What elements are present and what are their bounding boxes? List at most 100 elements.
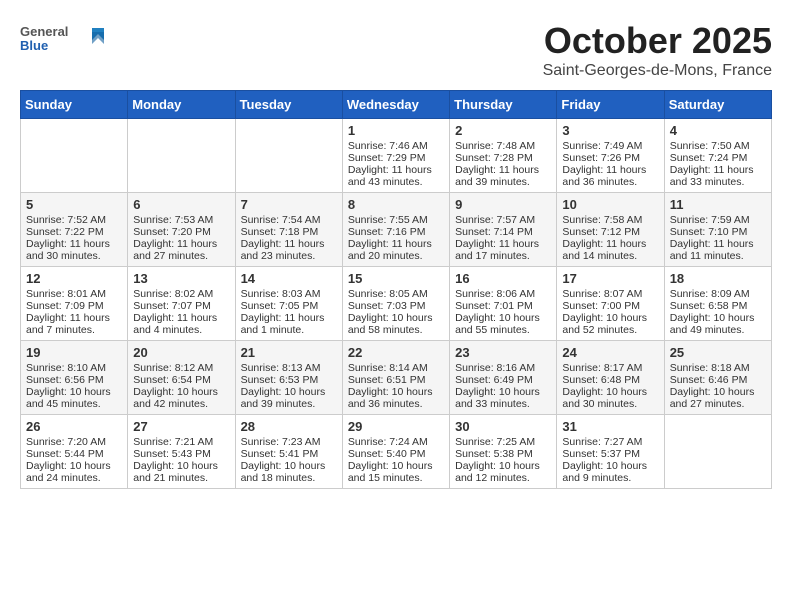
sunset-text: Sunset: 6:46 PM	[670, 374, 766, 386]
weekday-header-row: SundayMondayTuesdayWednesdayThursdayFrid…	[21, 91, 772, 119]
weekday-header: Sunday	[21, 91, 128, 119]
logo: General Blue	[20, 20, 110, 63]
day-number: 8	[348, 197, 444, 212]
daylight-text: Daylight: 11 hours and 43 minutes.	[348, 164, 444, 188]
sunset-text: Sunset: 7:14 PM	[455, 226, 551, 238]
daylight-text: Daylight: 10 hours and 42 minutes.	[133, 386, 229, 410]
sunset-text: Sunset: 7:18 PM	[241, 226, 337, 238]
daylight-text: Daylight: 10 hours and 12 minutes.	[455, 460, 551, 484]
sunrise-text: Sunrise: 7:48 AM	[455, 140, 551, 152]
sunset-text: Sunset: 6:58 PM	[670, 300, 766, 312]
daylight-text: Daylight: 11 hours and 23 minutes.	[241, 238, 337, 262]
sunrise-text: Sunrise: 7:50 AM	[670, 140, 766, 152]
calendar-cell: 20Sunrise: 8:12 AMSunset: 6:54 PMDayligh…	[128, 341, 235, 415]
sunset-text: Sunset: 5:43 PM	[133, 448, 229, 460]
calendar-cell: 22Sunrise: 8:14 AMSunset: 6:51 PMDayligh…	[342, 341, 449, 415]
day-number: 18	[670, 271, 766, 286]
calendar-cell: 7Sunrise: 7:54 AMSunset: 7:18 PMDaylight…	[235, 193, 342, 267]
sunrise-text: Sunrise: 8:07 AM	[562, 288, 658, 300]
calendar-cell	[664, 415, 771, 489]
day-number: 9	[455, 197, 551, 212]
daylight-text: Daylight: 10 hours and 58 minutes.	[348, 312, 444, 336]
calendar-cell: 8Sunrise: 7:55 AMSunset: 7:16 PMDaylight…	[342, 193, 449, 267]
calendar-table: SundayMondayTuesdayWednesdayThursdayFrid…	[20, 90, 772, 489]
calendar-cell: 28Sunrise: 7:23 AMSunset: 5:41 PMDayligh…	[235, 415, 342, 489]
sunrise-text: Sunrise: 7:49 AM	[562, 140, 658, 152]
sunrise-text: Sunrise: 8:06 AM	[455, 288, 551, 300]
calendar-cell: 4Sunrise: 7:50 AMSunset: 7:24 PMDaylight…	[664, 119, 771, 193]
day-number: 29	[348, 419, 444, 434]
sunrise-text: Sunrise: 7:59 AM	[670, 214, 766, 226]
daylight-text: Daylight: 10 hours and 27 minutes.	[670, 386, 766, 410]
sunrise-text: Sunrise: 8:12 AM	[133, 362, 229, 374]
calendar-cell: 25 Sunrise: 8:18 AMSunset: 6:46 PMDayligh…	[664, 341, 771, 415]
calendar-cell: 29Sunrise: 7:24 AMSunset: 5:40 PMDayligh…	[342, 415, 449, 489]
calendar-cell: 1Sunrise: 7:46 AMSunset: 7:29 PMDaylight…	[342, 119, 449, 193]
svg-text:General: General	[20, 24, 68, 39]
daylight-text: Daylight: 11 hours and 11 minutes.	[670, 238, 766, 262]
weekday-header: Monday	[128, 91, 235, 119]
weekday-header: Saturday	[664, 91, 771, 119]
sunrise-text: Sunrise: 8:10 AM	[26, 362, 122, 374]
sunset-text: Sunset: 7:20 PM	[133, 226, 229, 238]
daylight-text: Daylight: 11 hours and 14 minutes.	[562, 238, 658, 262]
daylight-text: Daylight: 10 hours and 21 minutes.	[133, 460, 229, 484]
day-number: 23	[455, 345, 551, 360]
sunset-text: Sunset: 5:41 PM	[241, 448, 337, 460]
daylight-text: Daylight: 10 hours and 55 minutes.	[455, 312, 551, 336]
sunrise-text: Sunrise: 8:13 AM	[241, 362, 337, 374]
weekday-header: Thursday	[450, 91, 557, 119]
sunset-text: Sunset: 6:49 PM	[455, 374, 551, 386]
calendar-cell: 24Sunrise: 8:17 AMSunset: 6:48 PMDayligh…	[557, 341, 664, 415]
calendar-week-row: 12Sunrise: 8:01 AMSunset: 7:09 PMDayligh…	[21, 267, 772, 341]
sunrise-text: Sunrise: 7:25 AM	[455, 436, 551, 448]
sunrise-text: Sunrise: 8:18 AM	[670, 362, 766, 374]
day-number: 28	[241, 419, 337, 434]
sunrise-text: Sunrise: 7:58 AM	[562, 214, 658, 226]
calendar-cell: 14Sunrise: 8:03 AMSunset: 7:05 PMDayligh…	[235, 267, 342, 341]
sunset-text: Sunset: 6:48 PM	[562, 374, 658, 386]
daylight-text: Daylight: 10 hours and 9 minutes.	[562, 460, 658, 484]
sunset-text: Sunset: 6:53 PM	[241, 374, 337, 386]
day-number: 1	[348, 123, 444, 138]
sunset-text: Sunset: 6:51 PM	[348, 374, 444, 386]
daylight-text: Daylight: 11 hours and 20 minutes.	[348, 238, 444, 262]
sunrise-text: Sunrise: 7:21 AM	[133, 436, 229, 448]
day-number: 10	[562, 197, 658, 212]
sunrise-text: Sunrise: 7:57 AM	[455, 214, 551, 226]
calendar-cell: 16Sunrise: 8:06 AMSunset: 7:01 PMDayligh…	[450, 267, 557, 341]
sunrise-text: Sunrise: 7:55 AM	[348, 214, 444, 226]
calendar-cell: 19 Sunrise: 8:10 AMSunset: 6:56 PMDayligh…	[21, 341, 128, 415]
calendar-week-row: 19Sunrise: 8:10 AMSunset: 6:56 PMDayligh…	[21, 341, 772, 415]
day-number: 13	[133, 271, 229, 286]
day-number: 24	[562, 345, 658, 360]
sunrise-text: Sunrise: 8:17 AM	[562, 362, 658, 374]
daylight-text: Daylight: 11 hours and 36 minutes.	[562, 164, 658, 188]
daylight-text: Daylight: 11 hours and 17 minutes.	[455, 238, 551, 262]
calendar-cell: 5Sunrise: 7:52 AMSunset: 7:22 PMDaylight…	[21, 193, 128, 267]
day-number: 22	[348, 345, 444, 360]
month-title: October 2025	[543, 20, 772, 62]
daylight-text: Daylight: 11 hours and 30 minutes.	[26, 238, 122, 262]
title-area: October 2025 Saint-Georges-de-Mons, Fran…	[543, 20, 772, 80]
day-number: 25	[670, 345, 766, 360]
calendar-cell: 9 Sunrise: 7:57 AMSunset: 7:14 PMDaylight…	[450, 193, 557, 267]
calendar-cell: 10Sunrise: 7:58 AMSunset: 7:12 PMDayligh…	[557, 193, 664, 267]
sunset-text: Sunset: 6:56 PM	[26, 374, 122, 386]
day-number: 19	[26, 345, 122, 360]
day-number: 15	[348, 271, 444, 286]
sunrise-text: Sunrise: 8:05 AM	[348, 288, 444, 300]
sunrise-text: Sunrise: 8:03 AM	[241, 288, 337, 300]
daylight-text: Daylight: 10 hours and 45 minutes.	[26, 386, 122, 410]
sunset-text: Sunset: 7:24 PM	[670, 152, 766, 164]
calendar-cell: 6Sunrise: 7:53 AMSunset: 7:20 PMDaylight…	[128, 193, 235, 267]
sunrise-text: Sunrise: 8:16 AM	[455, 362, 551, 374]
day-number: 27	[133, 419, 229, 434]
daylight-text: Daylight: 10 hours and 33 minutes.	[455, 386, 551, 410]
calendar-week-row: 1Sunrise: 7:46 AMSunset: 7:29 PMDaylight…	[21, 119, 772, 193]
sunrise-text: Sunrise: 7:54 AM	[241, 214, 337, 226]
calendar-cell: 3Sunrise: 7:49 AMSunset: 7:26 PMDaylight…	[557, 119, 664, 193]
day-number: 6	[133, 197, 229, 212]
calendar-week-row: 5Sunrise: 7:52 AMSunset: 7:22 PMDaylight…	[21, 193, 772, 267]
header: General Blue October 2025 Saint-Georges-…	[20, 20, 772, 80]
